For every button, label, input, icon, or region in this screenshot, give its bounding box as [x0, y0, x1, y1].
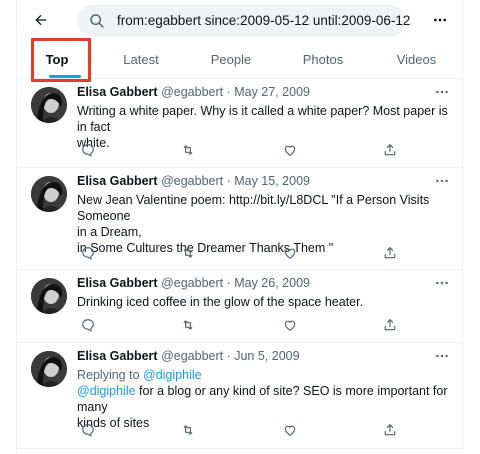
reply-to-link[interactable]: @digiphile	[143, 368, 202, 382]
tweet-text: Drinking iced coffee in the glow of the …	[77, 294, 457, 310]
more-horizontal-icon[interactable]	[434, 349, 450, 363]
replying-to-line: Replying to @digiphile	[77, 367, 457, 383]
share-icon[interactable]	[383, 318, 399, 334]
avatar[interactable]	[31, 278, 67, 314]
reply-icon[interactable]	[81, 246, 97, 262]
back-arrow-icon	[35, 14, 47, 26]
tweet-item[interactable]: Elisa Gabbert @egabbert · Jun 5, 2009 Re…	[17, 343, 462, 449]
tab-latest[interactable]: Latest	[97, 40, 185, 79]
search-icon	[90, 14, 104, 28]
more-options-button[interactable]	[428, 8, 452, 32]
tweet-actions	[77, 143, 407, 159]
reply-icon[interactable]	[81, 143, 97, 159]
page-margin	[0, 0, 16, 454]
tweet-item[interactable]: Elisa Gabbert @egabbert · May 15, 2009 N…	[17, 168, 462, 270]
author-name[interactable]: Elisa Gabbert	[77, 85, 158, 99]
avatar[interactable]	[31, 87, 67, 123]
tweet-actions	[77, 246, 407, 262]
tweet-header: Elisa Gabbert @egabbert · May 15, 2009	[77, 174, 310, 188]
search-query-text: from:egabbert since:2009-05-12 until:200…	[117, 13, 411, 28]
retweet-icon[interactable]	[181, 423, 197, 439]
more-horizontal-icon[interactable]	[434, 85, 450, 99]
reply-icon[interactable]	[81, 318, 97, 334]
back-button[interactable]	[29, 8, 53, 32]
author-name[interactable]: Elisa Gabbert	[77, 276, 158, 290]
tweet-meta: @egabbert · May 26, 2009	[161, 276, 310, 290]
tweet-line: New Jean Valentine poem: http://bit.ly/L…	[77, 193, 430, 223]
tweet-item[interactable]: Elisa Gabbert @egabbert · May 27, 2009 W…	[17, 79, 462, 168]
avatar[interactable]	[31, 351, 67, 387]
search-header: from:egabbert since:2009-05-12 until:200…	[17, 0, 462, 40]
more-horizontal-icon[interactable]	[434, 276, 450, 290]
reply-icon[interactable]	[81, 423, 97, 439]
like-icon[interactable]	[283, 143, 299, 159]
share-icon[interactable]	[383, 423, 399, 439]
tweet-header: Elisa Gabbert @egabbert · May 26, 2009	[77, 276, 310, 290]
tweet-line: in a Dream,	[77, 225, 142, 239]
tweet-header: Elisa Gabbert @egabbert · Jun 5, 2009	[77, 349, 300, 363]
author-name[interactable]: Elisa Gabbert	[77, 174, 158, 188]
tweet-line: Writing a white paper. Why is it called …	[77, 104, 448, 134]
share-icon[interactable]	[383, 143, 399, 159]
tweet-meta: @egabbert · May 15, 2009	[161, 174, 310, 188]
share-icon[interactable]	[383, 246, 399, 262]
search-input[interactable]: from:egabbert since:2009-05-12 until:200…	[77, 5, 410, 37]
tweet-actions	[77, 318, 407, 334]
annotation-highlight-box	[31, 38, 91, 82]
tab-people[interactable]: People	[185, 40, 277, 79]
replying-to-label: Replying to	[77, 368, 144, 382]
like-icon[interactable]	[283, 246, 299, 262]
tweet-line: Drinking iced coffee in the glow of the …	[77, 295, 364, 309]
tweet-actions	[77, 423, 407, 439]
tab-photos[interactable]: Photos	[277, 40, 369, 79]
mention-link[interactable]: @digiphile	[77, 384, 136, 398]
tweet-header: Elisa Gabbert @egabbert · May 27, 2009	[77, 85, 310, 99]
more-horizontal-icon	[434, 18, 446, 22]
tweet-item[interactable]: Elisa Gabbert @egabbert · May 26, 2009 D…	[17, 270, 462, 343]
like-icon[interactable]	[283, 318, 299, 334]
timeline-panel: from:egabbert since:2009-05-12 until:200…	[16, 0, 463, 454]
tweet-meta: @egabbert · Jun 5, 2009	[161, 349, 300, 363]
tweet-line: @digiphile for a blog or any kind of sit…	[77, 383, 457, 415]
like-icon[interactable]	[283, 423, 299, 439]
tweet-meta: @egabbert · May 27, 2009	[161, 85, 310, 99]
tab-videos[interactable]: Videos	[369, 40, 462, 79]
more-horizontal-icon[interactable]	[434, 174, 450, 188]
avatar[interactable]	[31, 176, 67, 212]
retweet-icon[interactable]	[181, 246, 197, 262]
author-name[interactable]: Elisa Gabbert	[77, 349, 158, 363]
retweet-icon[interactable]	[181, 143, 197, 159]
retweet-icon[interactable]	[181, 318, 197, 334]
tweet-text: Replying to @digiphile @digiphile for a …	[77, 367, 457, 431]
